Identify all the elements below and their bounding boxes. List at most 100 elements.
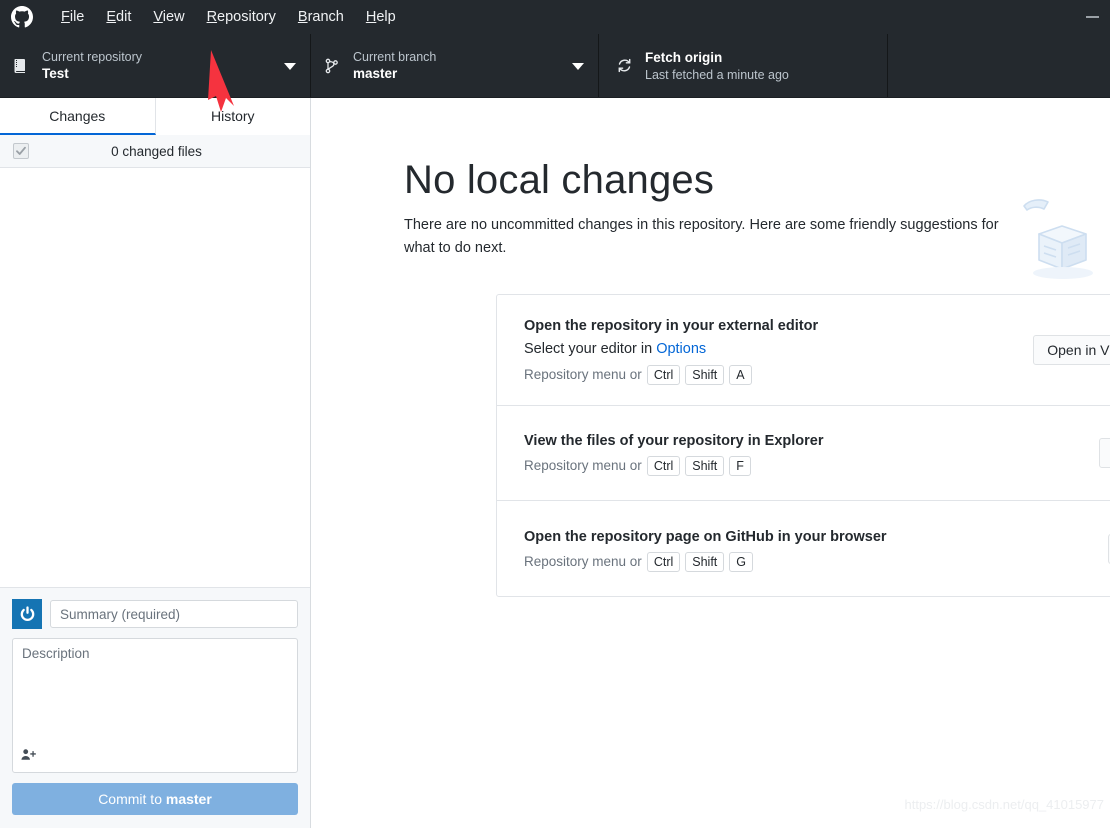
suggestion-action: Open in Visual Studio Code (1033, 335, 1110, 365)
suggestion-title: Open the repository in your external edi… (524, 318, 819, 334)
changes-sidebar: Changes History 0 changed files Summary … (0, 98, 311, 828)
commit-button-prefix: Commit to (98, 791, 166, 807)
sync-refresh-icon (615, 57, 633, 74)
main-toolbar: Current repository Test Current branch m… (0, 34, 1110, 98)
menu-view-rest: iew (162, 9, 185, 25)
suggestion-subtitle: Select your editor in Options (524, 338, 1015, 361)
tab-changes[interactable]: Changes (0, 98, 156, 135)
tab-history-label: History (210, 107, 255, 124)
current-branch-value: master (353, 65, 398, 81)
chevron-down-icon (284, 62, 296, 70)
key-letter: G (729, 551, 754, 572)
commit-form: Description Commit to master (0, 588, 310, 828)
window-minimize-button[interactable] (1078, 0, 1106, 34)
key-ctrl: Ctrl (646, 456, 681, 476)
github-desktop-window: File Edit View Repository Branch Help Cu… (0, 0, 1110, 828)
menu-item-view[interactable]: View (142, 5, 195, 29)
menu-repository-rest: epository (217, 9, 276, 25)
key-shift: Shift (685, 365, 725, 385)
fetch-origin-text: Fetch origin Last fetched a minute ago (645, 49, 789, 83)
fetch-origin-label: Fetch origin (645, 49, 723, 65)
fetch-origin-button[interactable]: Fetch origin Last fetched a minute ago (599, 34, 888, 97)
key-ctrl: Ctrl (646, 551, 681, 572)
fetch-origin-sublabel: Last fetched a minute ago (645, 67, 789, 82)
menu-file-accesskey: F (61, 9, 70, 25)
suggestion-title: Open the repository page on GitHub in yo… (524, 528, 887, 545)
menu-file-rest: ile (69, 9, 85, 25)
minimize-icon (1085, 16, 1099, 18)
suggestion-hint-prefix: Repository menu or (524, 367, 642, 382)
changed-files-list[interactable] (0, 168, 310, 588)
watermark-text: https://blog.csdn.net/qq_41015977 (904, 797, 1105, 812)
changed-files-header: 0 changed files (0, 135, 310, 168)
commit-button-branch: master (165, 791, 212, 807)
toolbar-filler (888, 34, 1110, 97)
suggestion-shortcut-hint: Repository menu or Ctrl Shift G (524, 551, 1090, 572)
current-repository-label: Current repository (42, 49, 143, 64)
options-link[interactable]: Options (656, 341, 706, 357)
current-repository-button[interactable]: Current repository Test (0, 34, 311, 97)
suggestion-hint-prefix: Repository menu or (524, 553, 642, 569)
menu-item-help[interactable]: Help (355, 5, 407, 29)
github-mark-icon[interactable] (11, 6, 33, 28)
current-repository-value: Test (42, 65, 69, 81)
suggestion-subtitle-prefix: Select your editor in (524, 341, 657, 357)
suggestion-action: Show in Explorer (1099, 438, 1110, 468)
key-letter: A (729, 365, 752, 385)
menu-branch-accesskey: B (297, 9, 308, 25)
key-letter: F (729, 456, 751, 476)
open-in-external-editor-button[interactable]: Open in Visual Studio Code (1033, 335, 1110, 365)
key-shift: Shift (685, 456, 725, 476)
menu-item-branch[interactable]: Branch (287, 5, 355, 29)
key-ctrl: Ctrl (646, 365, 681, 385)
repo-book-icon (12, 58, 30, 74)
show-in-explorer-button[interactable]: Show in Explorer (1099, 438, 1110, 468)
current-branch-button[interactable]: Current branch master (311, 34, 599, 97)
suggestion-open-in-editor: Open the repository in your external edi… (497, 295, 1110, 406)
page-subtitle: There are no uncommitted changes in this… (404, 217, 999, 256)
suggestion-body: View the files of your repository in Exp… (524, 430, 1081, 476)
no-changes-blankslate: No local changes There are no uncommitte… (312, 98, 1110, 597)
chevron-down-icon (572, 62, 584, 70)
commit-description-placeholder: Description (22, 646, 90, 661)
suggestion-body: Open the repository page on GitHub in yo… (524, 526, 1090, 572)
suggestion-view-on-github: Open the repository page on GitHub in yo… (497, 501, 1110, 596)
menu-item-repository[interactable]: Repository (196, 5, 287, 29)
commit-summary-input[interactable] (50, 600, 298, 628)
current-repository-text: Current repository Test (42, 49, 142, 83)
add-person-icon[interactable] (21, 748, 36, 766)
commit-button[interactable]: Commit to master (12, 783, 298, 815)
key-shift: Shift (685, 551, 725, 572)
menu-help-accesskey: H (365, 9, 377, 25)
suggestion-title: View the files of your repository in Exp… (524, 433, 824, 449)
menu-branch-rest: ranch (307, 9, 344, 25)
user-avatar-icon (12, 599, 42, 629)
current-branch-text: Current branch master (353, 49, 436, 83)
menu-item-edit[interactable]: Edit (95, 5, 142, 29)
select-all-checkbox[interactable] (13, 143, 29, 159)
suggestions-card-list: Open the repository in your external edi… (496, 294, 1110, 597)
menu-edit-accesskey: E (106, 9, 117, 25)
tab-changes-label: Changes (49, 107, 106, 124)
menu-bar: File Edit View Repository Branch Help (0, 0, 1110, 34)
menu-view-accesskey: V (153, 9, 163, 25)
git-branch-icon (323, 58, 341, 74)
menu-item-file[interactable]: File (50, 5, 95, 29)
menu-edit-rest: dit (116, 9, 132, 25)
menu-help-rest: elp (376, 9, 396, 25)
suggestion-hint-prefix: Repository menu or (524, 458, 642, 473)
sidebar-tabs: Changes History (0, 98, 310, 135)
suggestion-body: Open the repository in your external edi… (524, 315, 1015, 385)
changed-files-count: 0 changed files (111, 143, 202, 159)
main-content: No local changes There are no uncommitte… (312, 98, 1110, 828)
checkmark-icon (16, 146, 26, 155)
commit-description-box[interactable]: Description (12, 638, 298, 773)
commit-summary-row (12, 599, 298, 629)
suggestion-shortcut-hint: Repository menu or Ctrl Shift A (524, 365, 1015, 385)
suggestion-show-in-explorer: View the files of your repository in Exp… (497, 406, 1110, 501)
current-branch-label: Current branch (353, 49, 437, 64)
suggestion-shortcut-hint: Repository menu or Ctrl Shift F (524, 456, 1081, 476)
page-title: No local changes (404, 158, 715, 202)
menu-repository-accesskey: R (206, 9, 218, 25)
tab-history[interactable]: History (155, 98, 310, 135)
